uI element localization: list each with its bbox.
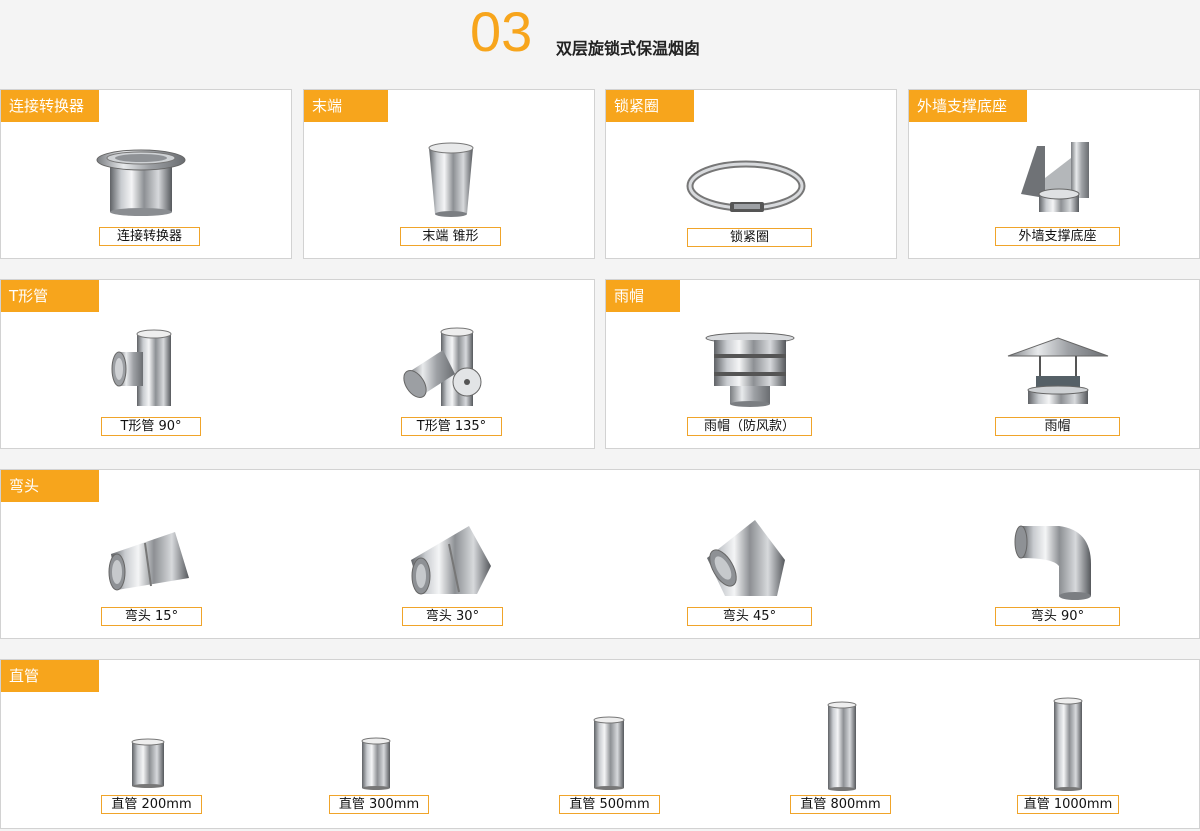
pipe-1000-icon bbox=[1053, 697, 1083, 791]
caption-pipe-200: 直管 200mm bbox=[101, 795, 202, 814]
panel-tee: T形管 T形管 90° T形管 135° bbox=[0, 279, 595, 449]
caption-windproof-cap: 雨帽（防风款） bbox=[687, 417, 812, 436]
panel-elbow: 弯头 弯头 15° 弯头 30° 弯头 45° 弯头 90° bbox=[0, 469, 1200, 639]
caption-pipe-1000: 直管 1000mm bbox=[1017, 795, 1119, 814]
caption-elbow-30: 弯头 30° bbox=[402, 607, 503, 626]
panel-cap: 雨帽 雨帽（防风款） 雨帽 bbox=[605, 279, 1200, 449]
panel-wall: 外墙支撑底座 外墙支撑底座 bbox=[908, 89, 1200, 259]
caption-clamp: 锁紧圈 bbox=[687, 228, 812, 247]
caption-pipe-300: 直管 300mm bbox=[329, 795, 429, 814]
cone-end-icon bbox=[428, 142, 474, 217]
tab-elbow[interactable]: 弯头 bbox=[1, 470, 99, 502]
adapter-ring-icon bbox=[96, 149, 186, 216]
section-number: 03 bbox=[470, 0, 533, 63]
caption-pipe-800: 直管 800mm bbox=[790, 795, 891, 814]
panel-clamp: 锁紧圈 锁紧圈 bbox=[605, 89, 897, 259]
tab-end[interactable]: 末端 bbox=[304, 90, 388, 122]
caption-rain-cap: 雨帽 bbox=[995, 417, 1120, 436]
caption-elbow-45: 弯头 45° bbox=[687, 607, 812, 626]
elbow-15-icon bbox=[108, 532, 189, 591]
pipe-800-icon bbox=[827, 701, 857, 791]
elbow-45-icon bbox=[707, 520, 785, 596]
section-title: 双层旋锁式保温烟囱 bbox=[556, 39, 701, 58]
caption-adapter: 连接转换器 bbox=[99, 227, 200, 246]
caption-pipe-500: 直管 500mm bbox=[559, 795, 660, 814]
tee-90-icon bbox=[111, 329, 172, 406]
panel-end: 末端 末端 锥形 bbox=[303, 89, 595, 259]
tab-wall[interactable]: 外墙支撑底座 bbox=[909, 90, 1027, 122]
tab-cap[interactable]: 雨帽 bbox=[606, 280, 680, 312]
caption-tee-90: T形管 90° bbox=[101, 417, 201, 436]
wall-bracket-icon bbox=[1021, 142, 1089, 212]
pipe-500-icon bbox=[593, 716, 625, 790]
elbow-30-icon bbox=[411, 526, 491, 595]
rain-cap-icon bbox=[1007, 337, 1109, 404]
tab-adapter[interactable]: 连接转换器 bbox=[1, 90, 99, 122]
windproof-cap-icon bbox=[705, 332, 795, 407]
locking-band-icon bbox=[686, 160, 806, 212]
tab-tee[interactable]: T形管 bbox=[1, 280, 99, 312]
pipe-200-icon bbox=[131, 738, 165, 788]
elbow-90-icon bbox=[1014, 525, 1091, 600]
caption-end: 末端 锥形 bbox=[400, 227, 501, 246]
caption-tee-135: T形管 135° bbox=[401, 417, 502, 436]
caption-elbow-15: 弯头 15° bbox=[101, 607, 202, 626]
pipe-300-icon bbox=[361, 737, 391, 790]
tab-pipe[interactable]: 直管 bbox=[1, 660, 99, 692]
caption-elbow-90: 弯头 90° bbox=[995, 607, 1120, 626]
caption-wall: 外墙支撑底座 bbox=[995, 227, 1120, 246]
panel-adapter: 连接转换器 连接转换器 bbox=[0, 89, 292, 259]
panel-pipe: 直管 直管 200mm 直管 300mm 直管 500mm 直管 800mm 直… bbox=[0, 659, 1200, 829]
tab-clamp[interactable]: 锁紧圈 bbox=[606, 90, 694, 122]
tee-135-icon bbox=[403, 327, 482, 406]
